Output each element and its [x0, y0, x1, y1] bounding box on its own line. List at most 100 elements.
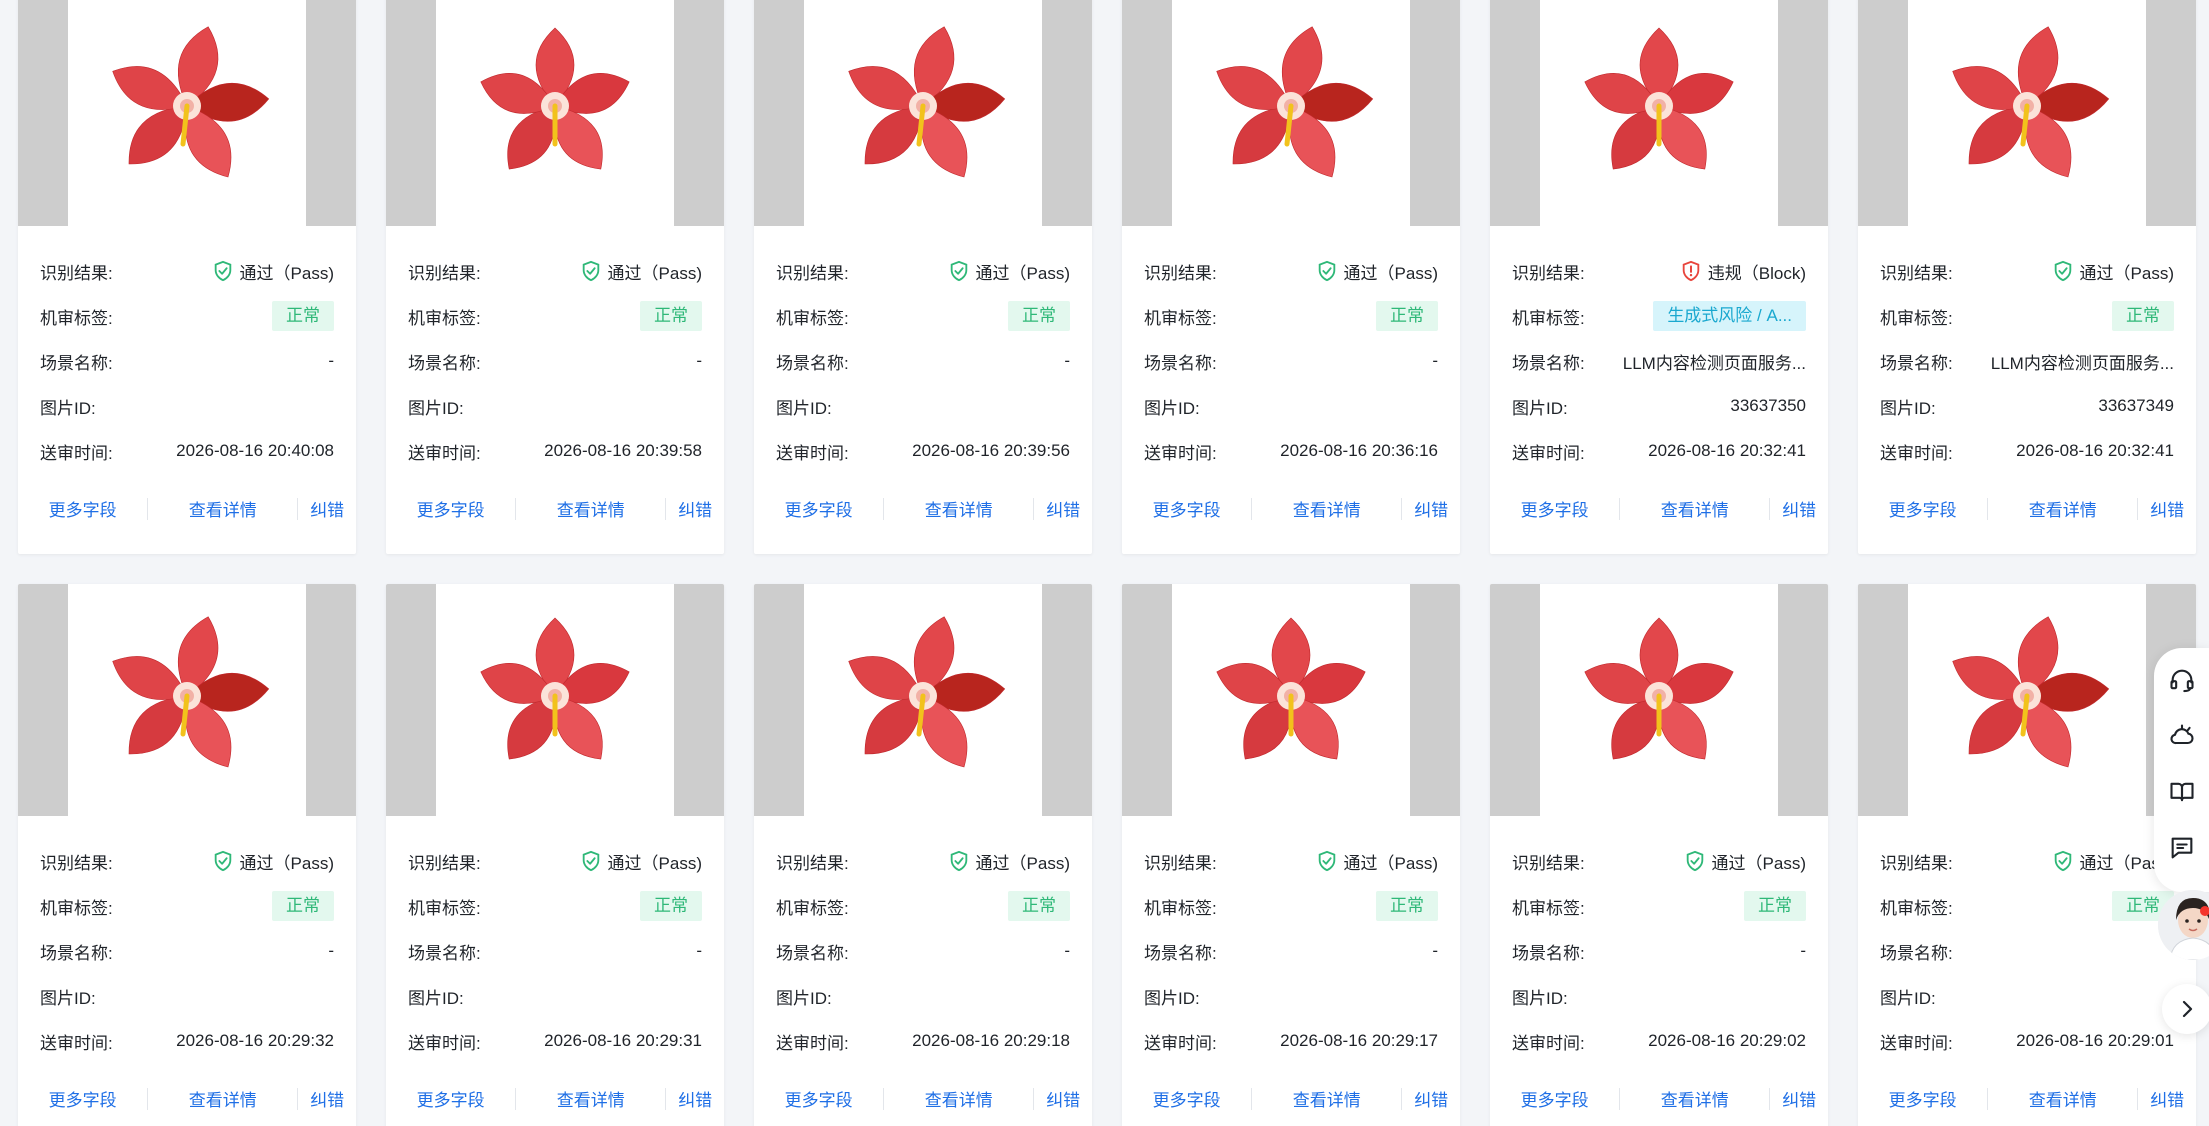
card-thumbnail[interactable] — [754, 584, 1092, 816]
shield-check-icon — [582, 260, 599, 282]
tag-row: 机审标签: 正常 — [1880, 301, 2174, 331]
result-card: 识别结果: 通过（Pass) 机审标签: 正常 场景名称: - 图片ID: 送审… — [386, 0, 724, 554]
status-badge: 正常 — [2112, 301, 2174, 331]
correct-link[interactable]: 纠错 — [1770, 1086, 1828, 1111]
image-frame — [1908, 584, 2146, 816]
more-fields-link[interactable]: 更多字段 — [18, 1086, 147, 1111]
shield-alert-icon — [1682, 260, 1700, 282]
view-details-link[interactable]: 查看详情 — [1988, 1086, 2137, 1111]
more-fields-link[interactable]: 更多字段 — [1490, 1086, 1619, 1111]
card-thumbnail[interactable] — [18, 0, 356, 226]
tag-label: 机审标签: — [408, 308, 481, 328]
view-details-link[interactable]: 查看详情 — [884, 496, 1033, 521]
status-badge: 正常 — [1376, 891, 1438, 921]
flower-image — [848, 616, 1006, 768]
view-details-link[interactable]: 查看详情 — [148, 1086, 297, 1111]
view-details-link[interactable]: 查看详情 — [1252, 1086, 1401, 1111]
card-info: 识别结果: 违规（Block) 机审标签: 生成式风险 / A... 场景名称:… — [1490, 226, 1828, 466]
view-details-link[interactable]: 查看详情 — [1988, 496, 2137, 521]
card-thumbnail[interactable] — [1122, 0, 1460, 226]
card-actions: 更多字段 查看详情 纠错 — [754, 1086, 1092, 1111]
scene-label: 场景名称: — [408, 353, 481, 373]
correct-link[interactable]: 纠错 — [666, 496, 724, 521]
card-thumbnail[interactable] — [18, 584, 356, 816]
status-badge: 正常 — [1744, 891, 1806, 921]
image-id-row: 图片ID: — [1512, 981, 1806, 1011]
more-fields-link[interactable]: 更多字段 — [1858, 1086, 1987, 1111]
more-fields-link[interactable]: 更多字段 — [1490, 496, 1619, 521]
view-details-link[interactable]: 查看详情 — [148, 496, 297, 521]
more-fields-link[interactable]: 更多字段 — [754, 1086, 883, 1111]
correct-link[interactable]: 纠错 — [1034, 496, 1092, 521]
card-thumbnail[interactable] — [1858, 0, 2196, 226]
correct-link[interactable]: 纠错 — [298, 1086, 356, 1111]
shield-check-icon — [950, 260, 967, 282]
correct-link[interactable]: 纠错 — [1034, 1086, 1092, 1111]
book-icon[interactable] — [2168, 778, 2196, 806]
image-id-label: 图片ID: — [408, 988, 464, 1008]
result-label: 识别结果: — [776, 853, 849, 873]
image-id-row: 图片ID: — [408, 981, 702, 1011]
more-fields-link[interactable]: 更多字段 — [754, 496, 883, 521]
scene-value: - — [328, 351, 334, 370]
view-details-link[interactable]: 查看详情 — [516, 496, 665, 521]
card-thumbnail[interactable] — [386, 0, 724, 226]
result-value: 通过（Pass) — [580, 259, 702, 284]
view-details-link[interactable]: 查看详情 — [1620, 496, 1769, 521]
more-fields-link[interactable]: 更多字段 — [386, 496, 515, 521]
expand-button[interactable] — [2162, 984, 2209, 1034]
view-details-link[interactable]: 查看详情 — [516, 1086, 665, 1111]
result-label: 识别结果: — [408, 263, 481, 283]
card-thumbnail[interactable] — [1858, 584, 2196, 816]
time-row: 送审时间: 2026-08-16 20:36:16 — [1144, 436, 1438, 466]
image-id-label: 图片ID: — [1512, 988, 1568, 1008]
result-row: 识别结果: 违规（Block) — [1512, 256, 1806, 286]
time-row: 送审时间: 2026-08-16 20:39:56 — [776, 436, 1070, 466]
time-value: 2026-08-16 20:39:58 — [544, 441, 702, 460]
correct-link[interactable]: 纠错 — [2138, 496, 2196, 521]
time-label: 送审时间: — [1144, 1033, 1217, 1053]
cloud-icon[interactable] — [2168, 722, 2196, 750]
card-thumbnail[interactable] — [1490, 584, 1828, 816]
card-actions: 更多字段 查看详情 纠错 — [1858, 496, 2196, 521]
scene-label: 场景名称: — [1880, 943, 1953, 963]
correct-link[interactable]: 纠错 — [1402, 1086, 1460, 1111]
scene-value: - — [1432, 941, 1438, 960]
image-frame — [1908, 0, 2146, 226]
tag-row: 机审标签: 正常 — [408, 301, 702, 331]
correct-link[interactable]: 纠错 — [666, 1086, 724, 1111]
more-fields-link[interactable]: 更多字段 — [18, 496, 147, 521]
view-details-link[interactable]: 查看详情 — [884, 1086, 1033, 1111]
result-card: 识别结果: 通过（Pass) 机审标签: 正常 场景名称: 图片ID: 送审时间… — [1858, 584, 2196, 1126]
view-details-link[interactable]: 查看详情 — [1620, 1086, 1769, 1111]
more-fields-link[interactable]: 更多字段 — [1122, 1086, 1251, 1111]
correct-link[interactable]: 纠错 — [1402, 496, 1460, 521]
result-text: 通过（Pass) — [975, 263, 1070, 283]
image-frame — [1172, 0, 1410, 226]
result-text: 通过（Pass) — [2079, 263, 2174, 283]
correct-link[interactable]: 纠错 — [2138, 1086, 2196, 1111]
time-value: 2026-08-16 20:29:32 — [176, 1031, 334, 1050]
image-id-label: 图片ID: — [40, 398, 96, 418]
more-fields-link[interactable]: 更多字段 — [386, 1086, 515, 1111]
result-value: 通过（Pass) — [1316, 259, 1438, 284]
flower-image — [1952, 26, 2110, 178]
view-details-link[interactable]: 查看详情 — [1252, 496, 1401, 521]
floating-toolbar — [2154, 648, 2209, 892]
more-fields-link[interactable]: 更多字段 — [1858, 496, 1987, 521]
more-fields-link[interactable]: 更多字段 — [1122, 496, 1251, 521]
card-thumbnail[interactable] — [386, 584, 724, 816]
scene-value: - — [1064, 351, 1070, 370]
correct-link[interactable]: 纠错 — [298, 496, 356, 521]
headset-icon[interactable] — [2168, 666, 2196, 694]
card-thumbnail[interactable] — [754, 0, 1092, 226]
correct-link[interactable]: 纠错 — [1770, 496, 1828, 521]
result-row: 识别结果: 通过（Pass) — [1144, 846, 1438, 876]
image-frame — [1172, 584, 1410, 816]
card-thumbnail[interactable] — [1490, 0, 1828, 226]
card-thumbnail[interactable] — [1122, 584, 1460, 816]
tag-label: 机审标签: — [1880, 308, 1953, 328]
result-text: 违规（Block) — [1707, 263, 1806, 283]
status-badge: 正常 — [272, 891, 334, 921]
feedback-icon[interactable] — [2168, 834, 2196, 862]
